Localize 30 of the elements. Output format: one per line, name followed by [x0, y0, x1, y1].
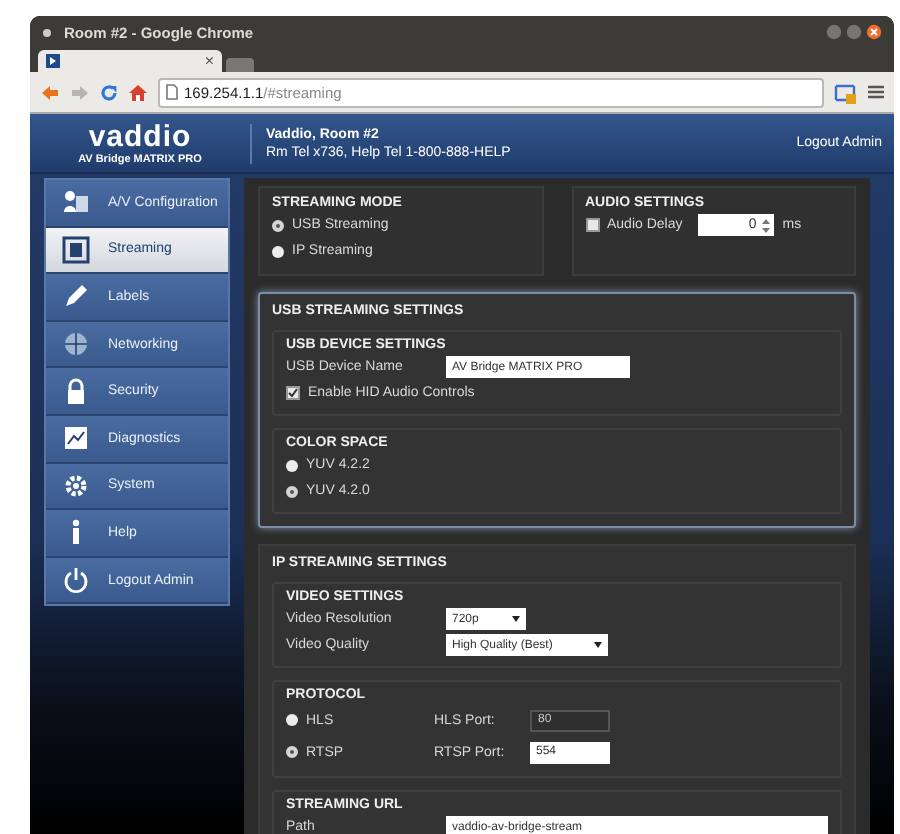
caret-icon: [512, 616, 520, 622]
globe-icon: [62, 330, 90, 359]
close-icon[interactable]: [866, 24, 882, 40]
radio-button[interactable]: [286, 459, 298, 471]
logo: vaddio: [88, 121, 192, 151]
back-icon[interactable]: [40, 83, 60, 101]
radio-button[interactable]: [272, 219, 284, 231]
caret-icon: [594, 642, 602, 648]
page-icon: [166, 84, 178, 100]
gear-icon: [62, 471, 90, 500]
checkbox[interactable]: [286, 386, 300, 400]
window-menu-icon[interactable]: [42, 27, 52, 37]
radio-button[interactable]: [272, 245, 284, 257]
minimize-icon[interactable]: [826, 24, 842, 40]
power-icon: [62, 566, 90, 595]
people-icon: [62, 188, 90, 217]
chart-icon: [62, 424, 90, 453]
favicon-icon: [46, 54, 60, 68]
checkbox[interactable]: [585, 218, 599, 232]
browser-tab[interactable]: ×: [38, 50, 222, 72]
radio-button[interactable]: [286, 746, 298, 758]
radio-button[interactable]: [286, 485, 298, 497]
home-icon[interactable]: [128, 83, 148, 101]
extension-icon[interactable]: [834, 81, 858, 103]
tab-close-button[interactable]: ×: [204, 53, 214, 69]
menu-icon[interactable]: [868, 84, 884, 100]
pen-icon: [62, 282, 90, 311]
padlock-icon: [62, 377, 90, 406]
spinner-icon[interactable]: [762, 217, 771, 233]
reload-icon[interactable]: [100, 83, 118, 101]
